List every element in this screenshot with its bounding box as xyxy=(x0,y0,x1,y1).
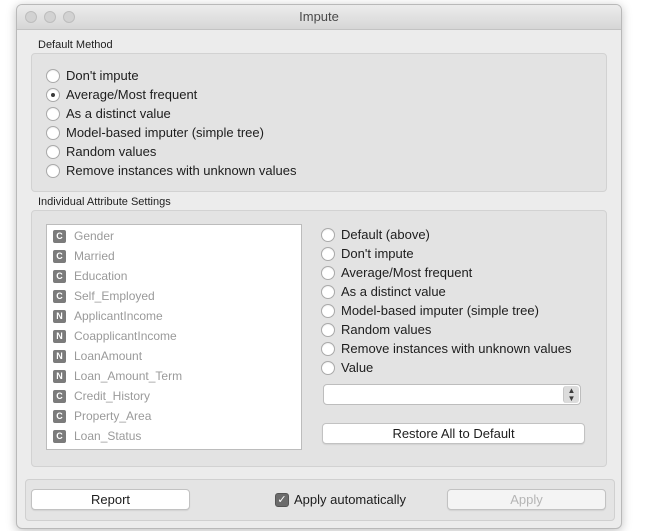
categorical-icon: C xyxy=(53,289,66,303)
default-option-average[interactable]: Average/Most frequent xyxy=(46,85,197,104)
default-option-model-based[interactable]: Model-based imputer (simple tree) xyxy=(46,123,264,142)
attr-option-remove[interactable]: Remove instances with unknown values xyxy=(321,339,572,358)
radio-label: Remove instances with unknown values xyxy=(66,163,297,178)
attribute-name: Property_Area xyxy=(74,409,152,423)
default-method-title: Default Method xyxy=(38,39,113,51)
radio-icon[interactable] xyxy=(321,284,335,299)
radio-label: Remove instances with unknown values xyxy=(341,341,572,356)
list-item[interactable]: C Credit_History xyxy=(53,387,150,405)
attr-option-random[interactable]: Random values xyxy=(321,320,431,339)
radio-label: Average/Most frequent xyxy=(341,265,473,280)
attribute-name: Education xyxy=(74,269,128,283)
radio-icon[interactable] xyxy=(321,227,335,242)
attr-option-distinct[interactable]: As a distinct value xyxy=(321,282,446,301)
radio-icon[interactable] xyxy=(46,106,60,121)
apply-button[interactable]: Apply xyxy=(447,489,606,510)
radio-label: Average/Most frequent xyxy=(66,87,198,102)
attribute-name: CoapplicantIncome xyxy=(74,329,177,343)
impute-window: Impute Default Method Don't impute Avera… xyxy=(16,4,622,529)
radio-icon[interactable] xyxy=(46,125,60,140)
apply-automatically-checkbox[interactable]: ✓ xyxy=(275,493,289,507)
list-item[interactable]: C Education xyxy=(53,267,127,285)
radio-icon[interactable] xyxy=(321,303,335,318)
list-item[interactable]: N LoanAmount xyxy=(53,347,142,365)
attribute-name: Loan_Amount_Term xyxy=(74,369,183,383)
radio-icon[interactable] xyxy=(321,322,335,337)
list-item[interactable]: C Gender xyxy=(53,227,114,245)
default-option-dont-impute[interactable]: Don't impute xyxy=(46,66,139,85)
attr-option-average[interactable]: Average/Most frequent xyxy=(321,263,472,282)
radio-icon[interactable] xyxy=(46,68,60,83)
attribute-name: Loan_Status xyxy=(74,429,142,443)
numeric-icon: N xyxy=(53,349,66,363)
default-option-distinct[interactable]: As a distinct value xyxy=(46,104,171,123)
attribute-name: ApplicantIncome xyxy=(74,309,163,323)
radio-icon[interactable] xyxy=(321,265,335,280)
numeric-icon: N xyxy=(53,369,66,383)
attr-option-value[interactable]: Value xyxy=(321,358,373,377)
title-bar: Impute xyxy=(17,5,621,30)
radio-label: Don't impute xyxy=(341,246,414,261)
radio-label: Random values xyxy=(66,144,157,159)
categorical-icon: C xyxy=(53,429,66,443)
restore-all-to-default-button[interactable]: Restore All to Default xyxy=(322,423,585,444)
categorical-icon: C xyxy=(53,249,66,263)
radio-label: As a distinct value xyxy=(341,284,446,299)
attribute-name: Gender xyxy=(74,229,115,243)
radio-icon[interactable] xyxy=(46,144,60,159)
attr-option-model-based[interactable]: Model-based imputer (simple tree) xyxy=(321,301,539,320)
radio-label: Model-based imputer (simple tree) xyxy=(341,303,539,318)
apply-automatically-label: Apply automatically xyxy=(294,492,406,507)
attribute-name: Credit_History xyxy=(74,389,151,403)
window-title: Impute xyxy=(299,9,339,24)
list-item[interactable]: N Loan_Amount_Term xyxy=(53,367,182,385)
attribute-name: LoanAmount xyxy=(74,349,143,363)
attribute-name: Self_Employed xyxy=(74,289,155,303)
radio-icon[interactable] xyxy=(46,163,60,178)
individual-settings-title: Individual Attribute Settings xyxy=(38,196,171,208)
list-item[interactable]: C Property_Area xyxy=(53,407,151,425)
list-item[interactable]: C Loan_Status xyxy=(53,427,141,445)
attr-option-dont-impute[interactable]: Don't impute xyxy=(321,244,414,263)
default-method-group: Don't impute Average/Most frequent As a … xyxy=(31,53,607,192)
numeric-icon: N xyxy=(53,309,66,323)
list-item[interactable]: N CoapplicantIncome xyxy=(53,327,177,345)
value-combobox[interactable]: ▲ ▼ xyxy=(323,384,581,405)
radio-label: Model-based imputer (simple tree) xyxy=(66,125,264,140)
numeric-icon: N xyxy=(53,329,66,343)
default-option-remove[interactable]: Remove instances with unknown values xyxy=(46,161,297,180)
attribute-list[interactable]: C Gender C Married C Education C Self_Em… xyxy=(46,224,302,450)
radio-icon[interactable] xyxy=(321,246,335,261)
attr-option-default[interactable]: Default (above) xyxy=(321,225,430,244)
radio-label: As a distinct value xyxy=(66,106,171,121)
categorical-icon: C xyxy=(53,389,66,403)
radio-icon[interactable] xyxy=(321,360,335,375)
categorical-icon: C xyxy=(53,409,66,423)
list-item[interactable]: N ApplicantIncome xyxy=(53,307,163,325)
list-item[interactable]: C Self_Employed xyxy=(53,287,155,305)
categorical-icon: C xyxy=(53,269,66,283)
attribute-name: Married xyxy=(74,249,115,263)
radio-label: Default (above) xyxy=(341,227,430,242)
report-button[interactable]: Report xyxy=(31,489,190,510)
radio-label: Don't impute xyxy=(66,68,139,83)
updown-chevron-icon[interactable]: ▲ ▼ xyxy=(563,386,579,403)
default-option-random[interactable]: Random values xyxy=(46,142,156,161)
radio-label: Value xyxy=(341,360,374,375)
radio-checked-icon[interactable] xyxy=(46,87,60,102)
list-item[interactable]: C Married xyxy=(53,247,115,265)
radio-icon[interactable] xyxy=(321,341,335,356)
radio-label: Random values xyxy=(341,322,432,337)
categorical-icon: C xyxy=(53,229,66,243)
